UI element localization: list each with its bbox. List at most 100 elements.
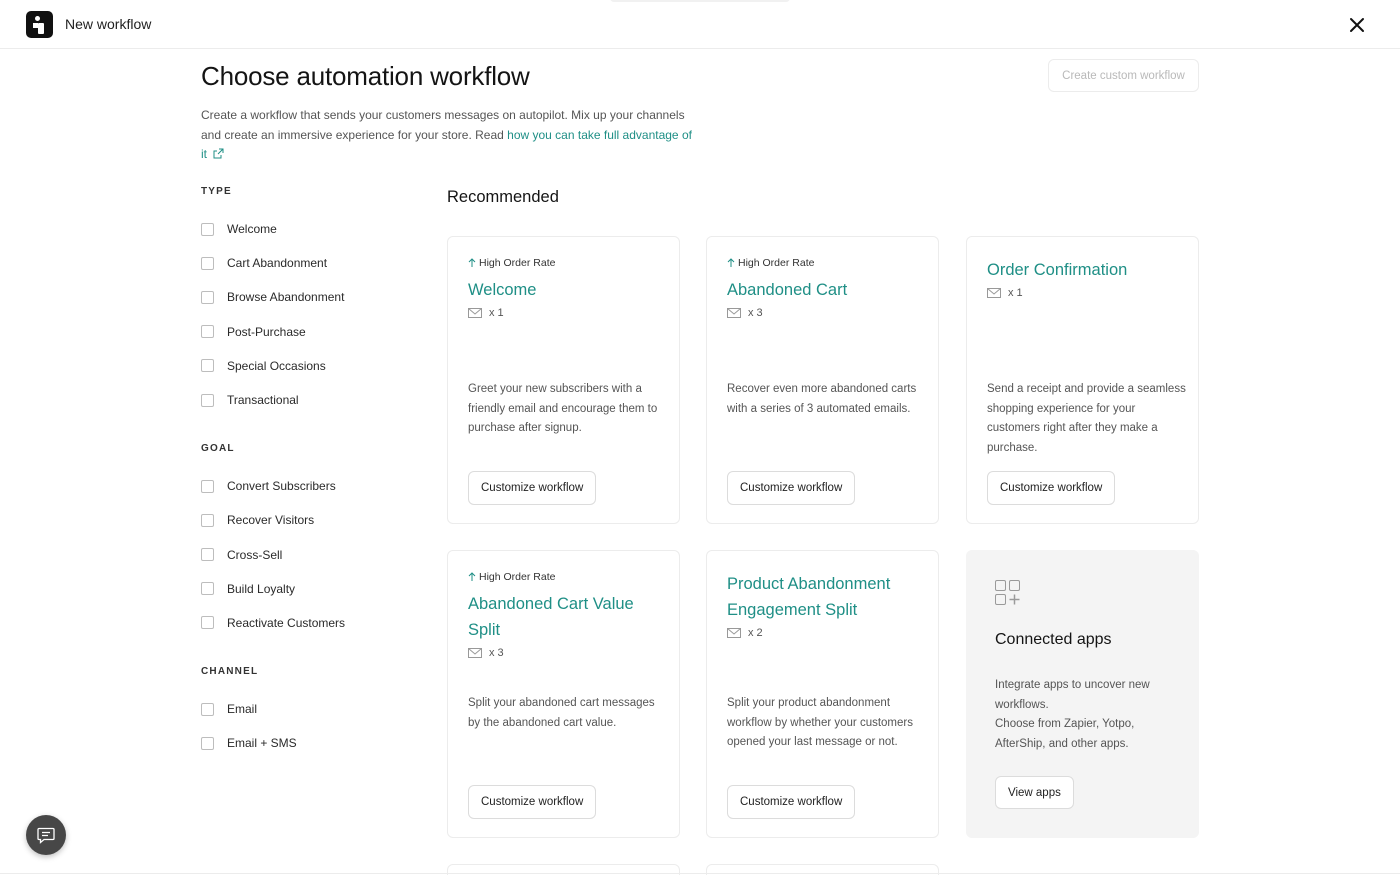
high-order-rate-badge: High Order Rate <box>468 257 555 269</box>
apps-description: Integrate apps to uncover new workflows.… <box>995 676 1175 755</box>
app-title: New workflow <box>65 16 152 32</box>
filter-option[interactable]: Reactivate Customers <box>201 606 401 640</box>
filter-label: Welcome <box>227 222 277 237</box>
checkbox[interactable] <box>201 393 214 407</box>
chat-launcher-button[interactable] <box>26 815 66 855</box>
workflow-card[interactable]: High Order Rate Welcome x 1 Greet your n… <box>447 236 680 524</box>
filter-label: Cart Abandonment <box>227 256 328 271</box>
checkbox[interactable] <box>201 325 214 339</box>
filter-option[interactable]: Browse Abandonment <box>201 280 401 314</box>
count-label: x 1 <box>1008 287 1023 299</box>
filter-label: Convert Subscribers <box>227 479 336 494</box>
apps-desc-line: Choose from Zapier, Yotpo, AfterShip, an… <box>995 718 1135 751</box>
checkbox[interactable] <box>201 736 214 750</box>
brand-logo <box>26 11 53 38</box>
filter-option[interactable]: Build Loyalty <box>201 572 401 606</box>
checkbox[interactable] <box>201 256 214 270</box>
customize-workflow-button[interactable]: Customize workflow <box>468 785 597 819</box>
filter-label: Post-Purchase <box>227 324 306 339</box>
filter-label: Special Occasions <box>227 358 326 373</box>
filter-option[interactable]: Convert Subscribers <box>201 469 401 503</box>
checkbox[interactable] <box>201 359 214 373</box>
mail-icon <box>468 308 482 318</box>
count-label: x 2 <box>748 627 763 639</box>
customize-workflow-button[interactable]: Customize workflow <box>468 471 597 505</box>
checkbox[interactable] <box>201 513 214 527</box>
workflow-card[interactable]: High Order Rate Abandoned Cart x 3 Recov… <box>706 236 939 524</box>
filter-label: Email + SMS <box>227 736 297 751</box>
count-label: x 1 <box>489 307 504 319</box>
close-button[interactable] <box>1346 14 1368 36</box>
intro-text: Create a workflow that sends your custom… <box>201 106 701 165</box>
close-icon <box>1350 18 1364 32</box>
filter-label: Recover Visitors <box>227 513 315 528</box>
filter-option[interactable]: Email + SMS <box>201 726 401 760</box>
card-title[interactable]: Abandoned Cart <box>727 277 927 303</box>
filter-heading-channel: CHANNEL <box>201 666 259 678</box>
email-count: x 3 <box>727 307 763 319</box>
card-title[interactable]: Order Confirmation <box>987 257 1187 283</box>
arrow-up-icon <box>727 258 735 267</box>
customize-workflow-button[interactable]: Customize workflow <box>727 785 856 819</box>
checkbox[interactable] <box>201 616 214 630</box>
customize-workflow-button[interactable]: Customize workflow <box>987 471 1116 505</box>
create-custom-workflow-button[interactable]: Create custom workflow <box>1048 59 1199 92</box>
mail-icon <box>987 288 1001 298</box>
filter-label: Build Loyalty <box>227 581 296 596</box>
email-count: x 1 <box>987 287 1023 299</box>
filter-option[interactable]: Welcome <box>201 212 401 246</box>
external-link-icon <box>213 148 224 159</box>
top-bar: New workflow <box>0 0 1400 49</box>
email-count: x 2 <box>727 627 763 639</box>
checkbox[interactable] <box>201 222 214 236</box>
high-order-rate-badge: High Order Rate <box>468 571 555 583</box>
workflow-card[interactable]: Order Confirmation x 1 Send a receipt an… <box>966 236 1199 524</box>
filter-option[interactable]: Cart Abandonment <box>201 246 401 280</box>
badge-label: High Order Rate <box>738 257 815 269</box>
apps-grid-plus-icon <box>995 580 1020 605</box>
bottom-divider <box>0 873 1400 874</box>
checkbox[interactable] <box>201 548 214 562</box>
arrow-up-icon <box>468 572 476 581</box>
arrow-up-icon <box>468 258 476 267</box>
card-title[interactable]: Product Abandonment Engagement Split <box>727 571 917 623</box>
workflow-card[interactable]: Product Abandonment Engagement Split x 2… <box>706 550 939 838</box>
filter-option[interactable]: Cross-Sell <box>201 538 401 572</box>
checkbox[interactable] <box>201 582 214 596</box>
mail-icon <box>727 308 741 318</box>
filter-option[interactable]: Transactional <box>201 383 401 417</box>
filter-option[interactable]: Post-Purchase <box>201 315 401 349</box>
recommended-heading: Recommended <box>447 188 559 206</box>
filter-option[interactable]: Recover Visitors <box>201 503 401 537</box>
chat-icon <box>37 827 55 844</box>
checkbox[interactable] <box>201 290 214 304</box>
count-label: x 3 <box>489 647 504 659</box>
card-description: Greet your new subscribers with a friend… <box>468 383 658 435</box>
mail-icon <box>468 648 482 658</box>
filter-option[interactable]: Email <box>201 692 401 726</box>
workflow-card[interactable]: High Order Rate Abandoned Cart Value Spl… <box>447 550 680 838</box>
card-description: Recover even more abandoned carts with a… <box>727 383 917 415</box>
card-description: Split your product abandonment workflow … <box>727 697 913 749</box>
filter-label: Cross-Sell <box>227 547 283 562</box>
filter-option[interactable]: Special Occasions <box>201 349 401 383</box>
count-label: x 3 <box>748 307 763 319</box>
card-title[interactable]: Welcome <box>468 277 668 303</box>
card-title[interactable]: Abandoned Cart Value Split <box>468 591 653 643</box>
high-order-rate-badge: High Order Rate <box>727 257 814 269</box>
mail-icon <box>727 628 741 638</box>
checkbox[interactable] <box>201 702 214 716</box>
badge-label: High Order Rate <box>479 257 556 269</box>
filter-label: Browse Abandonment <box>227 290 345 305</box>
customize-workflow-button[interactable]: Customize workflow <box>727 471 856 505</box>
email-count: x 1 <box>468 307 504 319</box>
checkbox[interactable] <box>201 479 214 493</box>
page-title: Choose automation workflow <box>201 61 530 91</box>
filter-label: Transactional <box>227 393 299 408</box>
top-drag-handle <box>610 0 790 2</box>
apps-title: Connected apps <box>995 631 1112 648</box>
email-count: x 3 <box>468 647 504 659</box>
filter-heading-type: TYPE <box>201 186 232 197</box>
filter-label: Reactivate Customers <box>227 615 346 630</box>
view-apps-button[interactable]: View apps <box>995 776 1074 809</box>
